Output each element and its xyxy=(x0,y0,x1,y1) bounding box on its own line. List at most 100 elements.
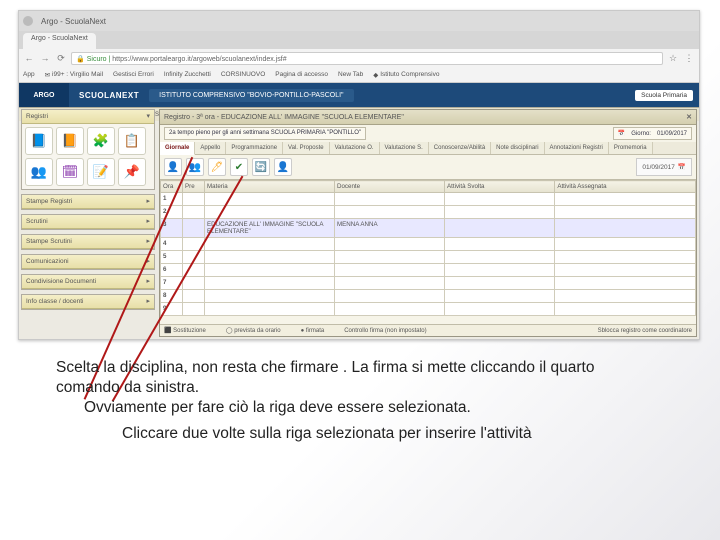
window-title: Argo - ScuolaNext xyxy=(41,17,106,26)
tab-annotazioni[interactable]: Annotazioni Registri xyxy=(545,142,609,154)
url-text: https://www.portaleargo.it/argoweb/scuol… xyxy=(112,56,286,63)
bookmark-item[interactable]: App xyxy=(23,71,35,78)
toolbar-btn-5[interactable]: 🔄 xyxy=(252,158,270,176)
tab-promemoria[interactable]: Promemoria xyxy=(609,142,653,154)
reload-icon[interactable]: ⟳ xyxy=(55,52,67,64)
caption-1: Scelta la disciplina, non resta che firm… xyxy=(56,358,660,398)
col-assegnata[interactable]: Attività Assegnata xyxy=(555,181,696,193)
bookmark-item[interactable]: ✉ i99+ : Virgilio Mail xyxy=(45,71,103,79)
table-row[interactable]: 6 xyxy=(161,264,696,277)
table-row[interactable]: 4 xyxy=(161,238,696,251)
back-icon[interactable]: ← xyxy=(23,52,35,64)
table-row[interactable]: 9 xyxy=(161,303,696,316)
toolbar-btn-6[interactable]: 👤 xyxy=(274,158,292,176)
calendar-icon: 📅 xyxy=(678,163,686,171)
table-row[interactable]: 8 xyxy=(161,290,696,303)
table-cell xyxy=(335,193,445,206)
table-cell xyxy=(335,238,445,251)
registro-classe-icon[interactable]: 📘 xyxy=(25,127,53,155)
col-svolta[interactable]: Attività Svolta xyxy=(445,181,555,193)
argo-app: ARGO SCUOLANEXT ISTITUTO COMPRENSIVO "BO… xyxy=(19,83,699,339)
table-row[interactable]: 7 xyxy=(161,277,696,290)
sidebar-panel[interactable]: Stampe Scrutini▸ xyxy=(21,234,155,250)
panel-header[interactable]: Registri▾ xyxy=(22,110,154,124)
bookmark-item[interactable]: CORSINUOVO xyxy=(221,71,265,78)
table-cell xyxy=(183,303,205,316)
argo-logo: ARGO xyxy=(19,83,69,107)
table-row[interactable]: 1 xyxy=(161,193,696,206)
url-field[interactable]: 🔒Sicuro | https://www.portaleargo.it/arg… xyxy=(71,52,663,65)
table-row[interactable]: 5 xyxy=(161,251,696,264)
chevron-right-icon: ▸ xyxy=(146,195,150,209)
table-row[interactable]: 2 xyxy=(161,206,696,219)
bookmark-item[interactable]: Infinity Zucchetti xyxy=(164,71,211,78)
tab-proposte[interactable]: Val. Proposte xyxy=(283,142,330,154)
sidebar-panel[interactable]: Comunicazioni▸ xyxy=(21,254,155,270)
sidebar-panel[interactable]: Stampe Registri▸ xyxy=(21,194,155,210)
window-titlebar: Argo - ScuolaNext xyxy=(19,11,699,31)
date-value: 01/09/2017 xyxy=(642,164,675,171)
bookmark-item[interactable]: New Tab xyxy=(338,71,363,78)
tab-valutazione-s[interactable]: Valutazione S. xyxy=(380,142,429,154)
promemoria-icon[interactable]: 📌 xyxy=(118,158,146,186)
window-button[interactable] xyxy=(23,16,33,26)
sidebar-panel[interactable]: Info classe / docenti▸ xyxy=(21,294,155,310)
table-row[interactable]: 3EDUCAZIONE ALL' IMMAGINE "SCUOLA ELEMEN… xyxy=(161,219,696,238)
table-cell xyxy=(205,277,335,290)
table-cell: 4 xyxy=(161,238,183,251)
caption-2: Ovviamente per fare ciò la riga deve ess… xyxy=(84,398,660,418)
date-picker[interactable]: 01/09/2017 📅 xyxy=(636,158,692,176)
registro-prof-icon[interactable]: 📙 xyxy=(56,127,84,155)
tab-giornale[interactable]: Giornale xyxy=(160,142,195,155)
table-cell xyxy=(555,251,696,264)
table-cell xyxy=(205,251,335,264)
table-cell xyxy=(335,290,445,303)
school-level-pill[interactable]: Scuola Primaria xyxy=(635,90,693,101)
table-cell xyxy=(445,290,555,303)
menu-icon[interactable]: ⋮ xyxy=(683,52,695,64)
close-icon[interactable]: ✕ xyxy=(686,110,692,124)
window-title: Registro - 3ª ora - EDUCAZIONE ALL' IMMA… xyxy=(160,110,696,125)
lock-icon: 🔒 xyxy=(76,56,85,63)
app-header: ARGO SCUOLANEXT ISTITUTO COMPRENSIVO "BO… xyxy=(19,83,699,107)
table-cell xyxy=(555,290,696,303)
forward-icon[interactable]: → xyxy=(39,52,51,64)
col-docente[interactable]: Docente xyxy=(335,181,445,193)
col-materia[interactable]: Materia xyxy=(205,181,335,193)
toolbar-btn-1[interactable]: 👤 xyxy=(164,158,182,176)
chevron-right-icon: ▸ xyxy=(146,275,150,289)
col-pre[interactable]: Pre xyxy=(183,181,205,193)
toolbar-btn-3[interactable]: 🖊 xyxy=(208,158,226,176)
browser-tab[interactable]: Argo - ScuolaNext xyxy=(23,33,96,49)
star-icon[interactable]: ☆ xyxy=(667,52,679,64)
tab-appello[interactable]: Appello xyxy=(195,142,226,154)
app-brand: SCUOLANEXT xyxy=(69,91,149,100)
table-cell: EDUCAZIONE ALL' IMMAGINE "SCUOLA ELEMENT… xyxy=(205,219,335,238)
registro-conoscenze-icon[interactable]: 🧩 xyxy=(87,127,115,155)
table-cell xyxy=(183,277,205,290)
orario-icon[interactable]: 🗓 xyxy=(56,158,84,186)
table-cell xyxy=(445,251,555,264)
ricevimento-icon[interactable]: 👥 xyxy=(25,158,53,186)
school-name: ISTITUTO COMPRENSIVO "BOVIO-PONTILLO-PAS… xyxy=(149,89,353,102)
browser-tabstrip: Argo - ScuolaNext xyxy=(19,31,699,49)
lessons-table: Ora Pre Materia Docente Attività Svolta … xyxy=(160,180,696,316)
bookmark-item[interactable]: Pagina di accesso xyxy=(275,71,328,78)
bookmark-item[interactable]: Gestisci Errori xyxy=(113,71,154,78)
tab-note[interactable]: Note disciplinari xyxy=(491,142,544,154)
toolbar-firma-button[interactable]: ✔ xyxy=(230,158,248,176)
sidebar: Registri▾ 📘 📙 🧩 📋 👥 🗓 📝 📌 Stampe Registr… xyxy=(19,107,157,339)
tab-valutazione-o[interactable]: Valutazione O. xyxy=(330,142,380,154)
note-icon[interactable]: 📝 xyxy=(87,158,115,186)
sidebar-panel[interactable]: Scrutini▸ xyxy=(21,214,155,230)
tab-conoscenze[interactable]: Conoscenze/Abilità xyxy=(429,142,491,154)
table-cell xyxy=(555,277,696,290)
chevron-right-icon: ▸ xyxy=(146,235,150,249)
valutazioni-icon[interactable]: 📋 xyxy=(118,127,146,155)
chevron-right-icon: ▸ xyxy=(146,295,150,309)
bookmark-item[interactable]: ◆ Istituto Comprensivo xyxy=(373,71,439,79)
tab-programmazione[interactable]: Programmazione xyxy=(226,142,283,154)
table-cell xyxy=(445,219,555,238)
table-cell xyxy=(445,206,555,219)
table-cell xyxy=(555,238,696,251)
